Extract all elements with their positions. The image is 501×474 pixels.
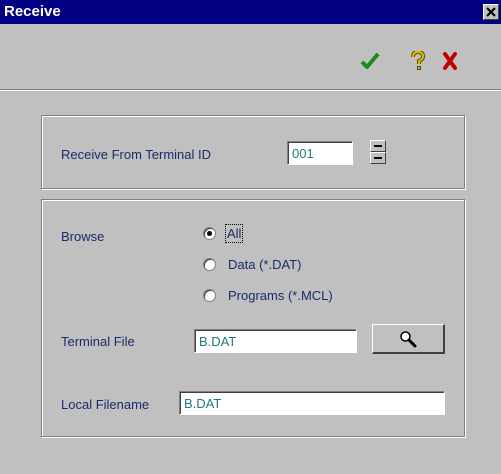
ok-button[interactable] [358,50,382,72]
radio-programs[interactable] [203,289,216,302]
radio-all-label[interactable]: All [224,224,244,243]
radio-programs-label[interactable]: Programs (*.MCL) [228,288,333,303]
close-icon [486,7,496,17]
window-title: Receive [4,3,61,20]
radio-selected-dot [207,231,212,236]
terminal-file-label: Terminal File [61,334,135,349]
radio-data-label[interactable]: Data (*.DAT) [228,257,301,272]
question-icon [411,51,425,70]
radio-data[interactable] [203,258,216,271]
help-button[interactable] [406,50,430,72]
terminal-id-input[interactable]: 001 [287,141,353,165]
spin-up-button[interactable] [370,140,386,152]
close-button[interactable] [483,4,499,20]
x-icon [443,52,457,70]
local-filename-input[interactable]: B.DAT [179,391,445,415]
terminal-file-input[interactable]: B.DAT [194,329,357,353]
toolbar [0,24,501,90]
minus-icon [374,145,382,147]
local-filename-label: Local Filename [61,397,150,412]
receive-dialog: Receive Receive From Terminal ID 001 Bro… [0,0,501,474]
browse-label: Browse [61,229,105,244]
radio-all[interactable] [203,227,216,240]
terminal-id-spinner[interactable] [370,140,386,165]
title-bar: Receive [0,0,501,24]
toolbar-separator [0,89,501,91]
check-icon [360,52,380,69]
cancel-button[interactable] [438,50,462,72]
browse-button[interactable] [372,324,445,354]
minus-icon [374,157,382,159]
magnifier-icon [400,330,417,347]
spin-down-button[interactable] [370,152,386,164]
terminal-id-label: Receive From Terminal ID [61,147,212,162]
